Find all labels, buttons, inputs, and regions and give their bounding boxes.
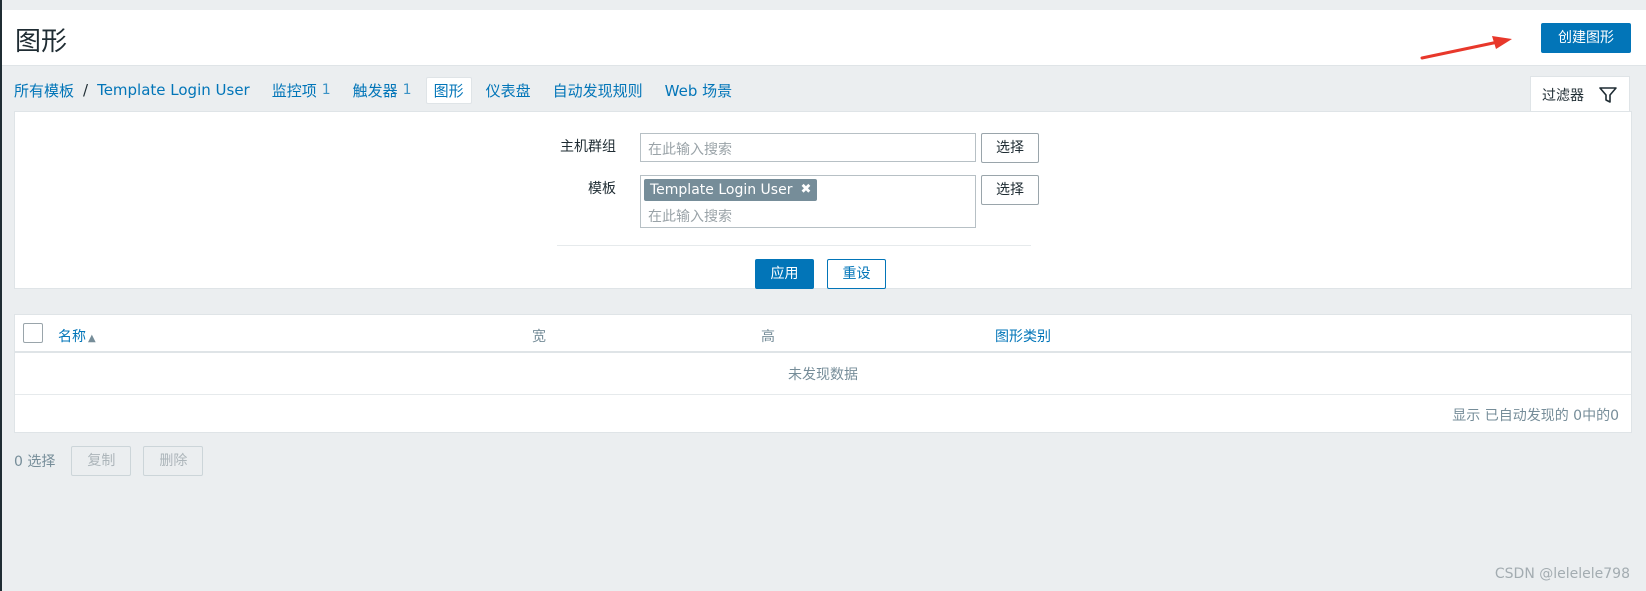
template-chip-label: Template Login User	[650, 182, 793, 198]
chip-remove-icon[interactable]: ✖	[800, 179, 811, 201]
nav-triggers-link[interactable]: 触发器	[353, 80, 398, 101]
annotation-arrow-icon	[1420, 36, 1512, 60]
host-group-label: 主机群组	[560, 139, 616, 155]
select-all-checkbox[interactable]	[23, 323, 43, 343]
host-group-input[interactable]: 在此输入搜索	[640, 133, 976, 162]
left-edge-bar	[0, 0, 2, 591]
host-group-placeholder: 在此输入搜索	[648, 142, 732, 158]
nav-items-link[interactable]: 监控项	[272, 80, 317, 101]
apply-button[interactable]: 应用	[755, 259, 814, 289]
delete-button[interactable]: 删除	[143, 446, 204, 476]
template-nav: 所有模板 / Template Login User 监控项 1 触发器 1 图…	[14, 76, 754, 104]
template-multiselect[interactable]: Template Login User ✖ 在此输入搜索	[640, 175, 976, 228]
nav-item-discovery-rules[interactable]: 自动发现规则	[553, 80, 643, 101]
template-chip[interactable]: Template Login User ✖	[644, 179, 818, 201]
table-header: 名称 ▲ 宽 高 图形类别	[15, 315, 1631, 353]
column-width: 宽	[532, 329, 546, 345]
nav-items-count: 1	[321, 82, 331, 98]
watermark: CSDN @lelelele798	[1494, 566, 1630, 582]
all-templates-link[interactable]: 所有模板	[14, 80, 74, 101]
page-title: 图形	[15, 27, 68, 57]
host-group-select-button[interactable]: 选择	[981, 133, 1039, 163]
top-strip	[2, 0, 1646, 10]
nav-dashboards-link[interactable]: 仪表盘	[486, 80, 531, 101]
template-placeholder: 在此输入搜索	[648, 209, 732, 225]
nav-web-link[interactable]: Web 场景	[665, 80, 732, 101]
column-height: 高	[761, 329, 775, 345]
reset-button[interactable]: 重设	[827, 259, 886, 289]
column-name-label: 名称	[58, 329, 86, 345]
column-graph-type[interactable]: 图形类别	[995, 326, 1051, 346]
selected-count: 0 选择	[14, 454, 56, 470]
nav-item-web-scenarios[interactable]: Web 场景	[665, 80, 732, 101]
filter-tab-label: 过滤器	[1542, 87, 1584, 104]
page-header: 图形 创建图形	[2, 10, 1646, 66]
filter-divider	[557, 245, 1031, 246]
nav-item-triggers[interactable]: 触发器 1	[353, 80, 412, 101]
breadcrumb-separator: /	[83, 81, 89, 99]
nav-triggers-count: 1	[402, 82, 412, 98]
sort-asc-icon: ▲	[88, 333, 96, 344]
filter-icon	[1599, 87, 1617, 103]
column-name[interactable]: 名称 ▲	[58, 326, 96, 346]
create-graph-button[interactable]: 创建图形	[1541, 23, 1631, 53]
graphs-table: 名称 ▲ 宽 高 图形类别 未发现数据 显示 已自动发现的 0中的0	[14, 314, 1632, 433]
nav-item-items[interactable]: 监控项 1	[272, 80, 331, 101]
copy-button[interactable]: 复制	[71, 446, 132, 476]
template-select-button[interactable]: 选择	[981, 175, 1039, 205]
paging-info: 显示 已自动发现的 0中的0	[1452, 408, 1619, 424]
template-link[interactable]: Template Login User	[97, 81, 250, 99]
breadcrumb-all-templates[interactable]: 所有模板	[14, 80, 74, 101]
nav-item-dashboards[interactable]: 仪表盘	[486, 80, 531, 101]
nav-item-graphs-active[interactable]: 图形	[425, 76, 472, 104]
filter-tab[interactable]: 过滤器	[1530, 76, 1630, 112]
nav-discovery-link[interactable]: 自动发现规则	[553, 80, 643, 101]
empty-row: 未发现数据	[15, 355, 1631, 395]
table-actions: 0 选择 复制 删除	[14, 446, 215, 476]
template-label: 模板	[588, 181, 616, 197]
breadcrumb-template[interactable]: Template Login User	[97, 81, 250, 99]
